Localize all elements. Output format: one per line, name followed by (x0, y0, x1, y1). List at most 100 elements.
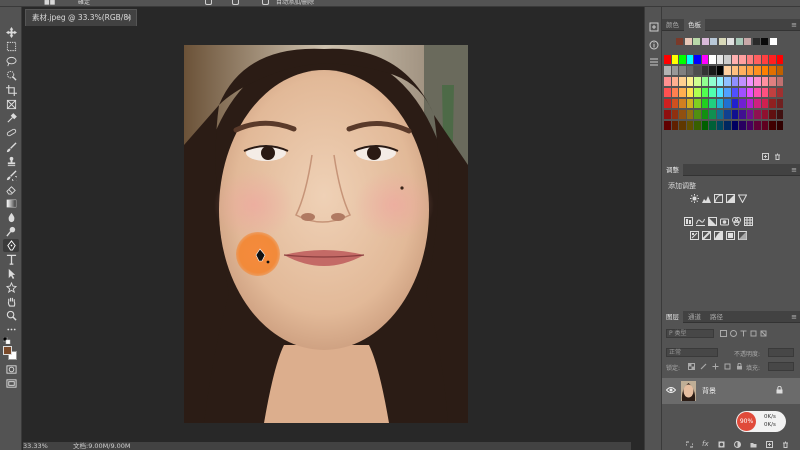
swatch[interactable] (671, 88, 678, 97)
vibrance-icon[interactable] (738, 194, 747, 203)
panel-menu-icon[interactable]: ≡ (791, 166, 797, 174)
layer-filter-type[interactable]: P 类型 (666, 329, 714, 338)
swatch[interactable] (671, 121, 678, 130)
zoom-tool[interactable] (3, 309, 19, 322)
swatch[interactable] (746, 110, 753, 119)
swatch[interactable] (731, 66, 738, 75)
swatch[interactable] (686, 88, 693, 97)
new-layer-icon[interactable] (766, 441, 773, 448)
gradient-tool[interactable] (3, 197, 19, 210)
swatch[interactable] (776, 99, 783, 108)
option-confirm[interactable]: 確定 (78, 0, 90, 6)
tab-adjustments[interactable]: 调整 (662, 164, 683, 176)
swatch[interactable] (746, 55, 753, 64)
lock-all-icon[interactable] (736, 363, 743, 370)
black-white-icon[interactable] (708, 217, 717, 226)
swatch[interactable] (739, 88, 746, 97)
swatch[interactable] (724, 77, 731, 86)
recent-swatch[interactable] (744, 38, 751, 45)
blend-mode-select[interactable]: 正常 (666, 348, 718, 357)
swatch[interactable] (664, 88, 671, 97)
swatch[interactable] (776, 77, 783, 86)
clone-stamp-tool[interactable] (3, 155, 19, 168)
swatch[interactable] (739, 77, 746, 86)
swatch[interactable] (731, 55, 738, 64)
quick-mask-button[interactable] (3, 363, 19, 376)
quick-select-tool[interactable] (3, 69, 19, 82)
swatch[interactable] (694, 121, 701, 130)
swatch[interactable] (761, 121, 768, 130)
posterize-icon[interactable] (702, 231, 711, 240)
lock-artboard-icon[interactable] (724, 363, 731, 370)
color-balance-icon[interactable] (696, 217, 705, 226)
swatch[interactable] (679, 55, 686, 64)
eye-icon[interactable] (666, 386, 676, 394)
invert-icon[interactable] (690, 231, 699, 240)
swatch[interactable] (761, 110, 768, 119)
swatch[interactable] (664, 55, 671, 64)
option-icon[interactable] (262, 0, 269, 5)
recent-swatch[interactable] (752, 38, 760, 45)
swatch[interactable] (709, 99, 716, 108)
swatch[interactable] (694, 99, 701, 108)
swatch[interactable] (776, 88, 783, 97)
swatch[interactable] (716, 66, 723, 75)
swatch[interactable] (716, 88, 723, 97)
swatch[interactable] (739, 55, 746, 64)
crop-tool[interactable] (3, 84, 19, 97)
swatch[interactable] (686, 99, 693, 108)
properties-icon[interactable] (649, 57, 659, 67)
brush-tool[interactable] (3, 141, 19, 154)
default-colors-icon[interactable] (3, 337, 11, 344)
brightness-contrast-icon[interactable] (690, 194, 699, 203)
swatch[interactable] (724, 88, 731, 97)
swatch[interactable] (754, 121, 761, 130)
pen-tool[interactable] (3, 239, 19, 252)
levels-icon[interactable] (702, 194, 711, 203)
more-tools[interactable] (3, 323, 19, 336)
selective-color-icon[interactable] (726, 231, 735, 240)
swatch[interactable] (724, 99, 731, 108)
channel-mixer-icon[interactable] (732, 217, 741, 226)
healing-brush-tool[interactable] (3, 126, 19, 139)
swatch[interactable] (686, 110, 693, 119)
swatch[interactable] (686, 77, 693, 86)
swatch[interactable] (686, 121, 693, 130)
swatch[interactable] (739, 121, 746, 130)
network-speed-widget[interactable]: 90% 0K/s 0K/s (736, 411, 786, 432)
eyedropper-tool[interactable] (3, 112, 19, 125)
type-tool[interactable] (3, 253, 19, 266)
blur-tool[interactable] (3, 211, 19, 224)
swatch[interactable] (761, 55, 768, 64)
swatch[interactable] (746, 66, 753, 75)
swatch[interactable] (671, 99, 678, 108)
info-icon[interactable] (649, 40, 659, 50)
swatch[interactable] (754, 77, 761, 86)
swatch[interactable] (739, 99, 746, 108)
swatch[interactable] (776, 110, 783, 119)
swatch[interactable] (664, 121, 671, 130)
foreground-color-swatch[interactable] (3, 346, 12, 355)
swatch[interactable] (709, 88, 716, 97)
recent-swatch[interactable] (718, 38, 726, 45)
swatch[interactable] (701, 66, 708, 75)
panel-menu-icon[interactable]: ≡ (791, 21, 797, 29)
recent-swatch[interactable] (769, 38, 777, 45)
swatch[interactable] (724, 66, 731, 75)
swatch[interactable] (701, 55, 708, 64)
history-brush-tool[interactable] (3, 169, 19, 182)
swatch[interactable] (709, 55, 716, 64)
swatch[interactable] (769, 110, 776, 119)
swatch[interactable] (746, 99, 753, 108)
recent-swatch[interactable] (701, 38, 709, 45)
swatch[interactable] (701, 99, 708, 108)
swatch[interactable] (701, 121, 708, 130)
swatch[interactable] (709, 121, 716, 130)
document-info[interactable]: 文档:9.00M/9.00M (73, 442, 131, 450)
add-mask-icon[interactable] (718, 441, 725, 448)
swatch[interactable] (731, 88, 738, 97)
color-lookup-icon[interactable] (744, 217, 753, 226)
shape-tool[interactable] (3, 281, 19, 294)
swatch[interactable] (709, 66, 716, 75)
swatch[interactable] (709, 77, 716, 86)
